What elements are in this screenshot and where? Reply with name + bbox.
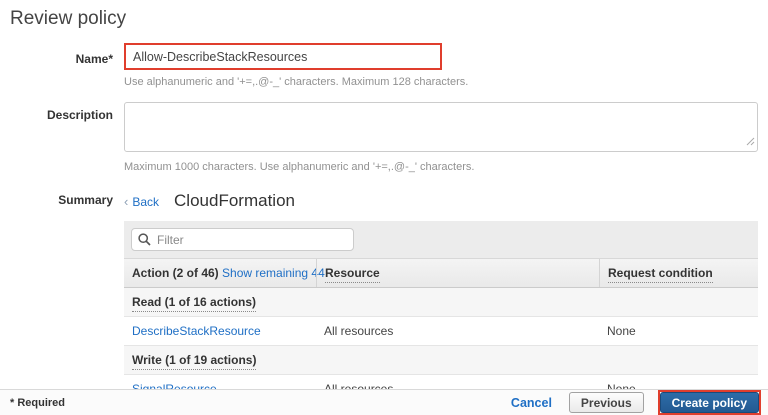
group-row-write: Write (1 of 19 actions)	[124, 346, 758, 375]
group-row-read: Read (1 of 16 actions)	[124, 288, 758, 317]
resource-cell: All resources	[316, 317, 599, 345]
description-label: Description	[10, 102, 113, 122]
previous-button[interactable]: Previous	[569, 392, 644, 413]
create-policy-annotation-highlight: Create policy	[658, 390, 761, 415]
name-annotation-highlight	[124, 43, 442, 70]
create-policy-button[interactable]: Create policy	[660, 392, 759, 413]
back-link-label: Back	[132, 195, 159, 209]
action-link-describe-stack-resource[interactable]: DescribeStackResource	[132, 324, 261, 338]
policy-name-input[interactable]	[126, 45, 440, 68]
name-label: Name*	[10, 43, 113, 66]
service-title: CloudFormation	[174, 191, 295, 211]
summary-row: Summary ‹ Back CloudFormation	[10, 191, 758, 404]
table-row: DescribeStackResource All resources None	[124, 317, 758, 346]
summary-label: Summary	[10, 191, 113, 207]
filter-input-wrap	[131, 228, 354, 251]
filter-input[interactable]	[131, 228, 354, 251]
policy-summary-table: Action (2 of 46) Show remaining 44 Resou…	[124, 221, 758, 404]
description-helper-text: Maximum 1000 characters. Use alphanumeri…	[124, 161, 758, 173]
resource-header-label: Resource	[325, 266, 380, 283]
description-textarea-wrap	[124, 102, 758, 155]
show-remaining-link[interactable]: Show remaining 44	[222, 266, 325, 280]
read-group-label: Read (1 of 16 actions)	[132, 295, 256, 312]
write-group-label: Write (1 of 19 actions)	[132, 353, 256, 370]
column-header-request-condition: Request condition	[599, 259, 758, 287]
name-content: Use alphanumeric and '+=,.@-_' character…	[124, 43, 758, 88]
review-policy-page: Review policy Name* Use alphanumeric and…	[0, 0, 768, 404]
column-header-action: Action (2 of 46) Show remaining 44	[124, 259, 316, 287]
footer-actions: Cancel Previous Create policy	[511, 390, 761, 415]
required-note: * Required	[10, 397, 65, 409]
footer-bar: * Required Cancel Previous Create policy	[0, 389, 768, 415]
action-cell: DescribeStackResource	[124, 317, 316, 345]
filter-bar	[124, 221, 758, 258]
summary-content: ‹ Back CloudFormation	[124, 191, 758, 404]
name-helper-text: Use alphanumeric and '+=,.@-_' character…	[124, 76, 758, 88]
table-header-row: Action (2 of 46) Show remaining 44 Resou…	[124, 258, 758, 288]
summary-header: ‹ Back CloudFormation	[124, 191, 758, 211]
description-content: Maximum 1000 characters. Use alphanumeri…	[124, 102, 758, 173]
back-chevron-icon: ‹	[124, 194, 128, 209]
back-link[interactable]: ‹ Back	[124, 194, 159, 209]
policy-description-textarea[interactable]	[124, 102, 758, 152]
resize-handle-icon[interactable]	[746, 135, 755, 149]
description-row: Description Maximum 1000 characters. Use…	[10, 102, 758, 173]
name-row: Name* Use alphanumeric and '+=,.@-_' cha…	[10, 43, 758, 88]
request-condition-cell: None	[599, 317, 758, 345]
cancel-link[interactable]: Cancel	[511, 396, 552, 410]
action-count-label: Action (2 of 46)	[132, 266, 219, 280]
request-condition-header-label: Request condition	[608, 266, 713, 283]
page-title: Review policy	[10, 8, 758, 30]
column-header-resource: Resource	[316, 259, 599, 287]
search-icon	[138, 233, 151, 249]
